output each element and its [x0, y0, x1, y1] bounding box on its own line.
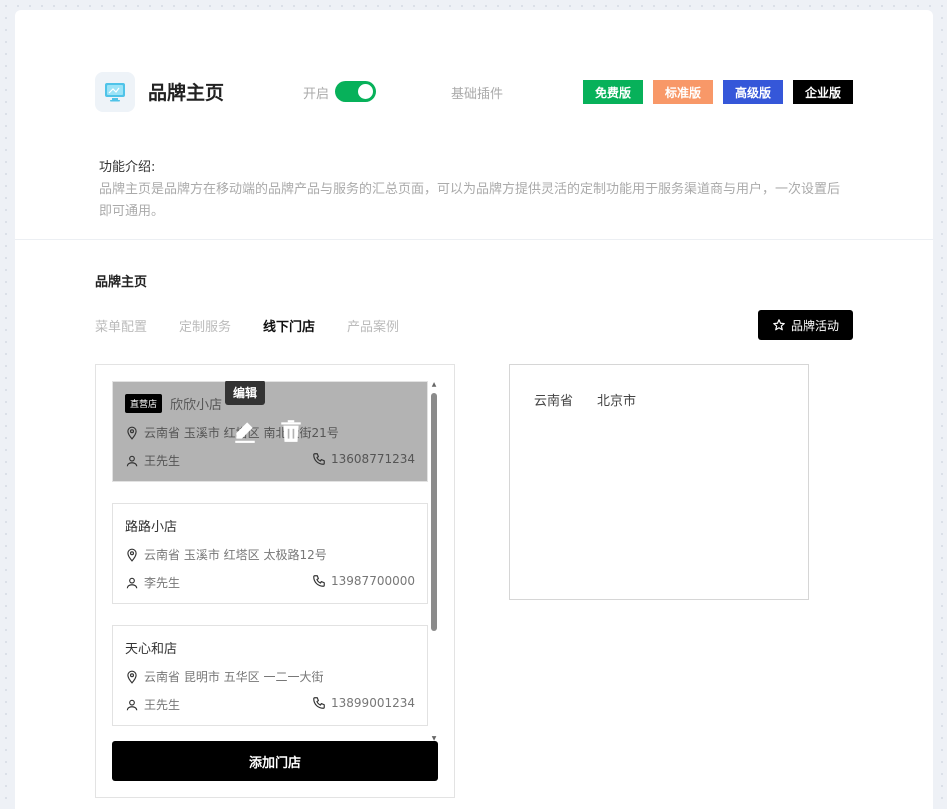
- toggle-knob: [358, 84, 373, 99]
- store-address: 云南省 昆明市 五华区 一二一大街: [144, 670, 324, 684]
- location-pin-icon: [127, 548, 137, 562]
- store-list[interactable]: 直营店 欣欣小店 云南省 玉溪市 红塔区 南北大街21号 王先生 1360877…: [112, 381, 428, 743]
- user-icon: [126, 455, 138, 466]
- store-contact: 王先生: [144, 698, 181, 712]
- tier-enterprise-badge: 企业版: [793, 80, 853, 104]
- star-icon: [773, 319, 785, 331]
- store-phone: 13987700000: [331, 574, 415, 588]
- phone-icon: [313, 453, 325, 465]
- intro-text: 品牌主页是品牌方在移动端的品牌产品与服务的汇总页面，可以为品牌方提供灵活的定制功…: [99, 182, 841, 219]
- store-contact: 王先生: [144, 454, 181, 468]
- tier-standard-badge: 标准版: [653, 80, 713, 104]
- trash-icon[interactable]: [278, 418, 304, 444]
- region-province[interactable]: 云南省: [534, 390, 573, 409]
- region-panel: 云南省 北京市: [509, 364, 809, 600]
- store-name: 路路小店: [125, 520, 178, 535]
- phone-icon: [313, 575, 325, 587]
- store-card[interactable]: 天心和店 云南省 昆明市 五华区 一二一大街 王先生 13899001234: [112, 625, 428, 726]
- store-panel: 直营店 欣欣小店 云南省 玉溪市 红塔区 南北大街21号 王先生 1360877…: [95, 364, 455, 798]
- edit-icon[interactable]: [232, 418, 258, 444]
- tier-advanced-badge: 高级版: [723, 80, 783, 104]
- scroll-thumb[interactable]: [431, 393, 437, 631]
- tab-product-cases[interactable]: 产品案例: [347, 316, 399, 335]
- store-phone: 13899001234: [331, 696, 415, 710]
- section-title: 品牌主页: [95, 275, 148, 290]
- tab-bar: 菜单配置 定制服务 线下门店 产品案例: [95, 316, 431, 335]
- location-pin-icon: [127, 670, 137, 684]
- store-phone: 13608771234: [331, 452, 415, 466]
- store-card[interactable]: 直营店 欣欣小店 云南省 玉溪市 红塔区 南北大街21号 王先生 1360877…: [112, 381, 428, 482]
- tier-free-badge: 免费版: [583, 80, 643, 104]
- main-card: 品牌主页 开启 基础插件 免费版 标准版 高级版 企业版 功能介绍: 品牌主页是…: [15, 10, 933, 809]
- brand-activity-button[interactable]: 品牌活动: [758, 310, 853, 340]
- switch-label: 开启: [303, 87, 330, 102]
- enable-toggle[interactable]: [335, 81, 376, 102]
- phone-icon: [313, 697, 325, 709]
- page-title: 品牌主页: [148, 82, 225, 104]
- store-address: 云南省 玉溪市 红塔区 太极路12号: [144, 548, 327, 562]
- store-name: 天心和店: [125, 642, 178, 657]
- store-list-scrollbar[interactable]: ▲ ▼: [430, 381, 438, 743]
- divider: [15, 239, 933, 240]
- store-contact: 李先生: [144, 576, 181, 590]
- brand-activity-label: 品牌活动: [790, 318, 839, 333]
- region-city[interactable]: 北京市: [597, 390, 636, 409]
- edit-tooltip: 编辑: [225, 381, 266, 405]
- tab-offline-stores[interactable]: 线下门店: [263, 316, 315, 335]
- tab-custom-service[interactable]: 定制服务: [179, 316, 231, 335]
- plugin-type-label: 基础插件: [451, 87, 504, 102]
- tab-menu-config[interactable]: 菜单配置: [95, 316, 147, 335]
- add-store-button[interactable]: 添加门店: [112, 741, 438, 781]
- monitor-icon: [95, 72, 135, 112]
- store-type-badge: 直营店: [125, 394, 163, 413]
- intro-label: 功能介绍:: [99, 160, 156, 175]
- location-pin-icon: [127, 426, 137, 440]
- user-icon: [126, 699, 138, 710]
- store-name: 欣欣小店: [170, 398, 223, 413]
- user-icon: [126, 577, 138, 588]
- store-card[interactable]: 路路小店 云南省 玉溪市 红塔区 太极路12号 李先生 13987700000: [112, 503, 428, 604]
- scroll-up-icon[interactable]: ▲: [430, 381, 438, 389]
